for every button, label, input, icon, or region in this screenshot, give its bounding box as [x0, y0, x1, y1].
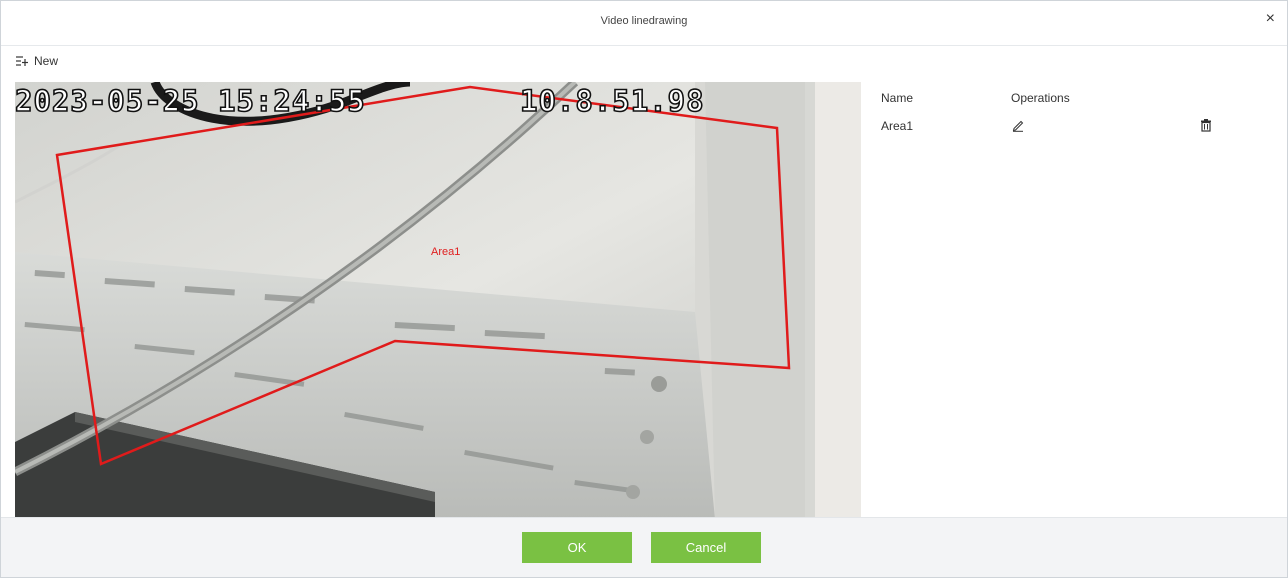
column-header-operations: Operations — [1011, 91, 1070, 105]
ok-button[interactable]: OK — [522, 532, 632, 563]
dialog-footer: OK Cancel — [1, 517, 1287, 577]
camera-frame-image — [15, 82, 861, 519]
area1-label: Area1 — [431, 246, 461, 258]
new-area-label: New — [34, 54, 59, 68]
video-canvas[interactable]: 2023-05-25 15:24:55 10.8.51.98 Area1 — [15, 82, 861, 519]
table-row: Area1 — [881, 119, 1231, 137]
add-list-icon — [16, 56, 28, 66]
close-icon[interactable]: × — [1266, 11, 1275, 27]
osd-ip-address: 10.8.51.98 — [519, 83, 705, 119]
trash-icon[interactable] — [1200, 118, 1212, 132]
dialog-titlebar: Video linedrawing × — [1, 1, 1287, 46]
column-header-name: Name — [881, 91, 914, 105]
video-linedrawing-dialog: Video linedrawing × New 2023-05-25 15:24… — [0, 0, 1288, 578]
area-name-cell: Area1 — [881, 119, 914, 133]
dialog-title: Video linedrawing — [600, 15, 688, 27]
new-area-button[interactable]: New — [15, 53, 58, 69]
cancel-button[interactable]: Cancel — [651, 532, 761, 563]
osd-datetime: 2023-05-25 15:24:55 — [15, 83, 366, 119]
pencil-icon[interactable] — [1011, 118, 1025, 132]
